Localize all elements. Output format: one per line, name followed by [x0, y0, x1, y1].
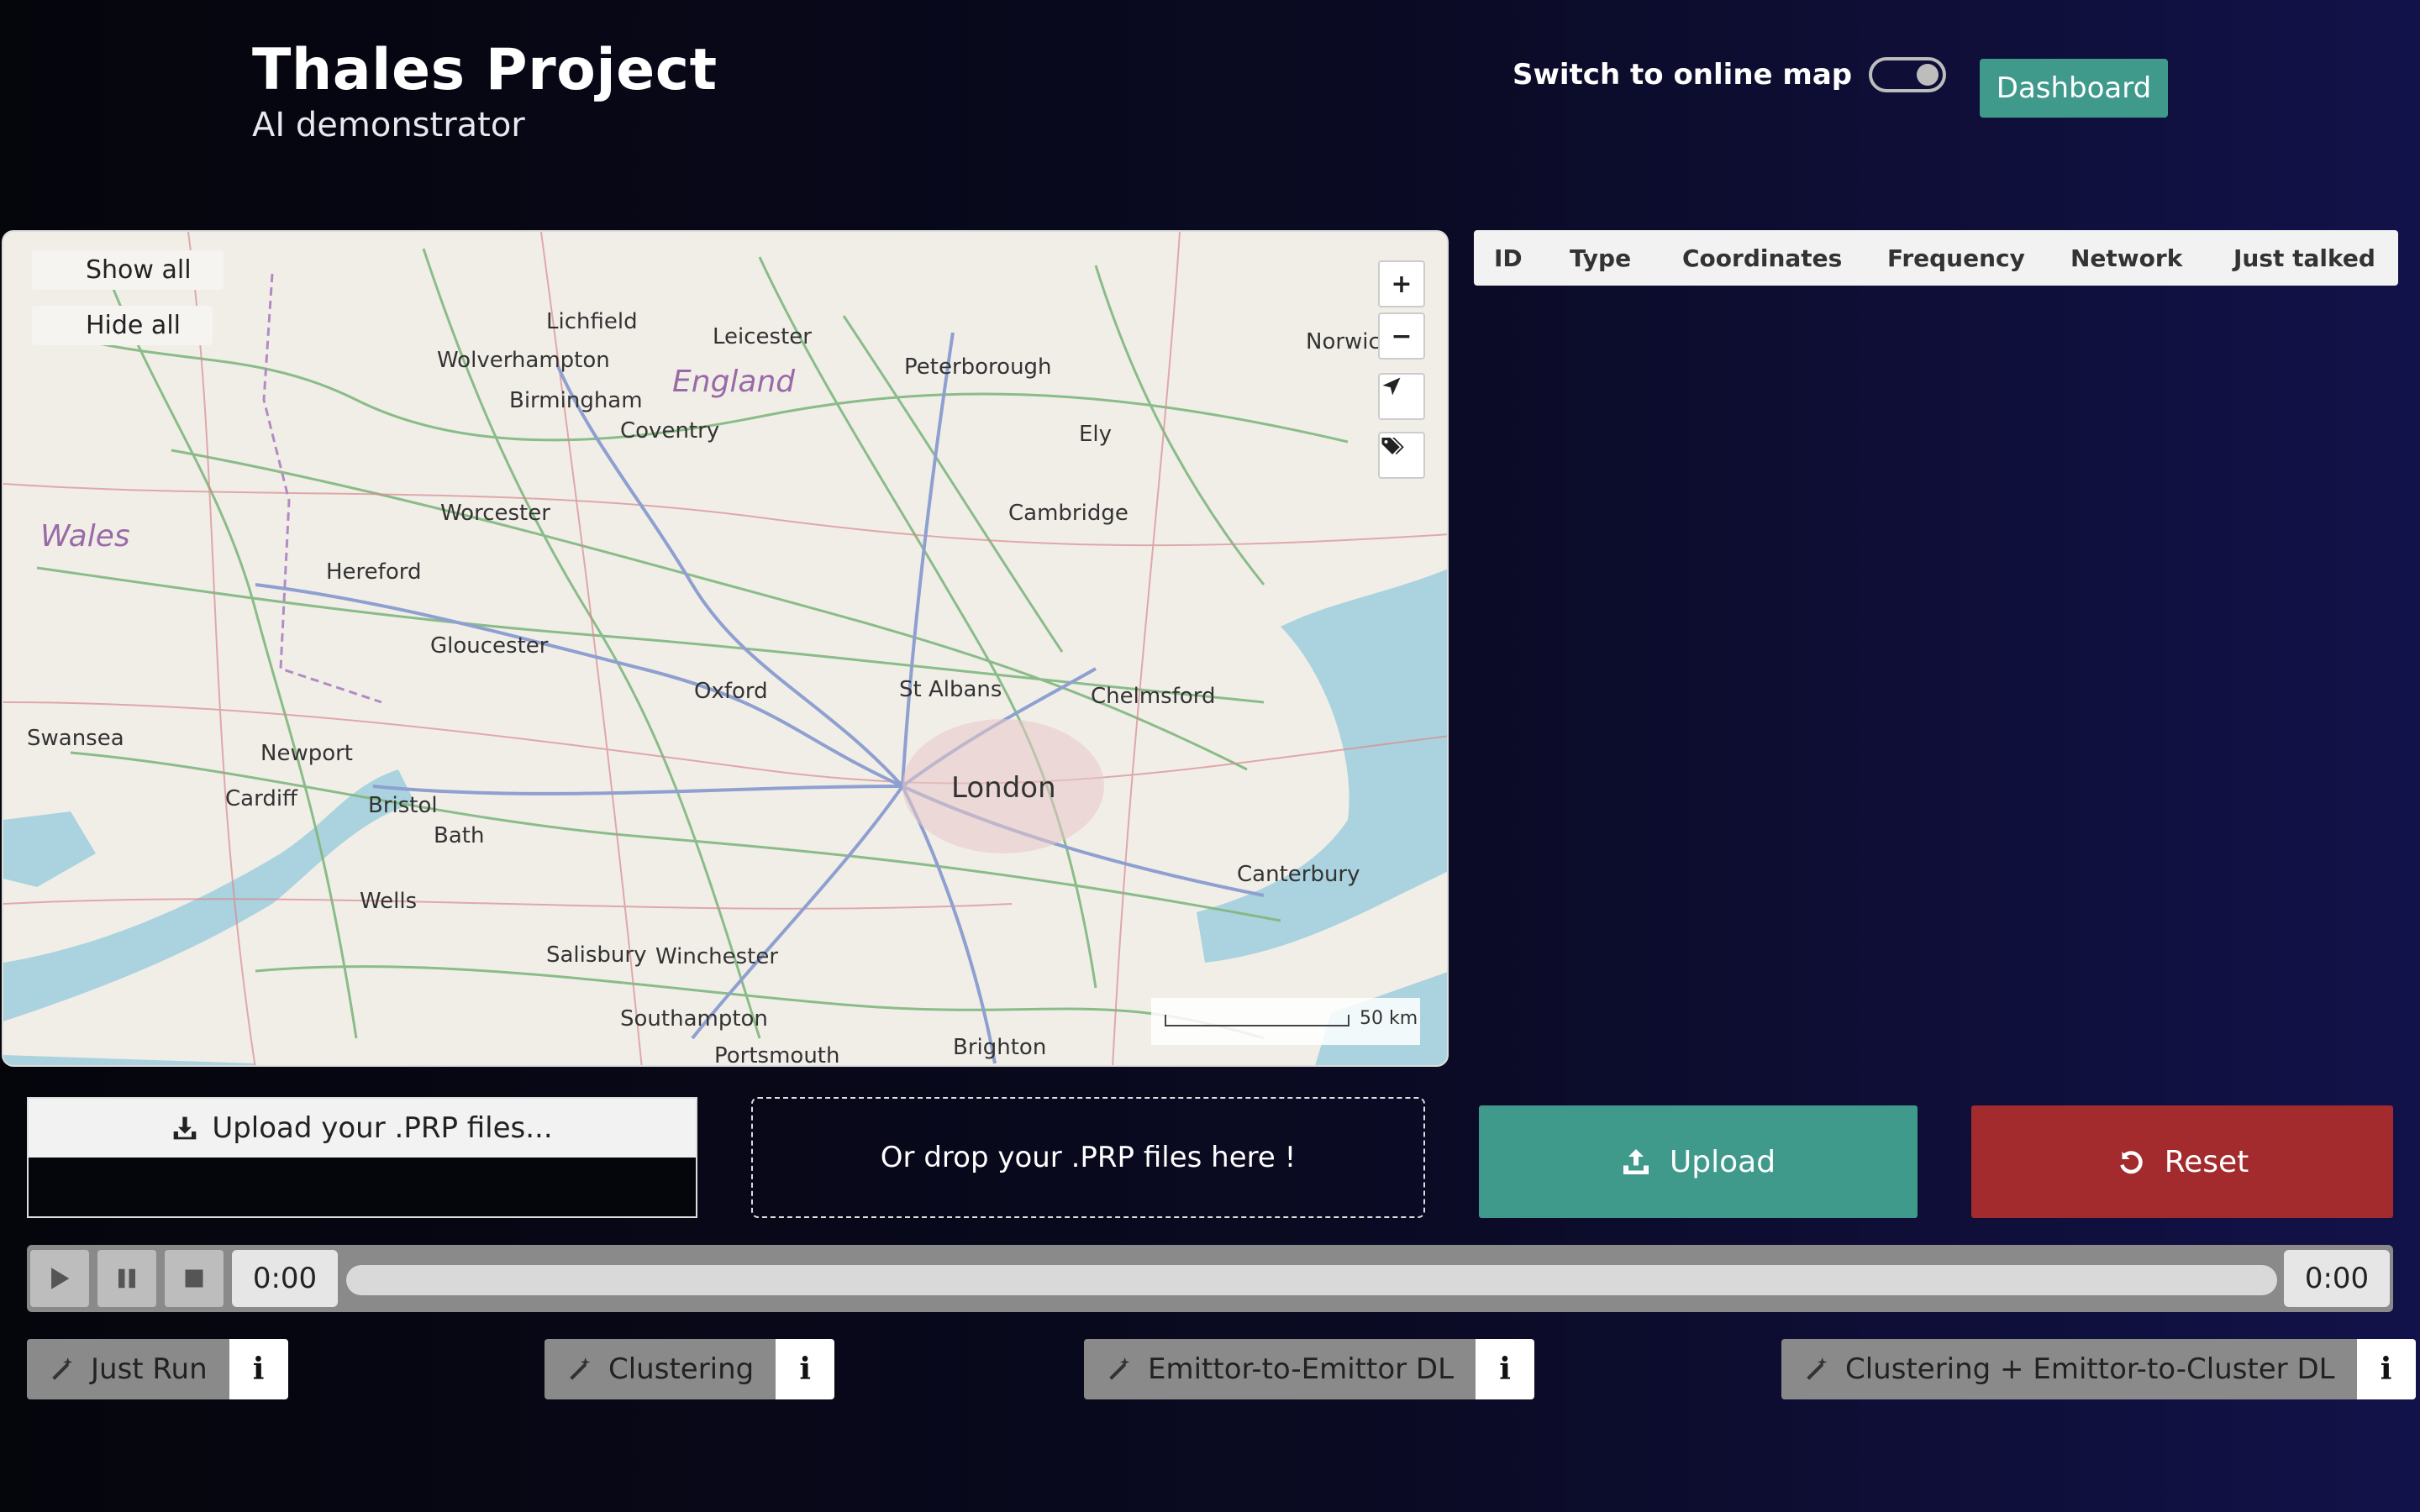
play-icon	[51, 1268, 70, 1289]
info-icon[interactable]: i	[229, 1339, 288, 1399]
mode-just-run: Just Run i	[27, 1339, 288, 1399]
current-time: 0:00	[232, 1250, 338, 1307]
map-label: London	[951, 771, 1056, 805]
play-button[interactable]	[30, 1250, 89, 1307]
clustering-button[interactable]: Clustering	[544, 1339, 776, 1399]
zoom-out-button[interactable]: −	[1378, 312, 1425, 360]
map-label: Oxford	[694, 679, 768, 704]
mode-cluster-dl: Clustering + Emittor-to-Cluster DL i	[1781, 1339, 2416, 1399]
cluster-dl-label: Clustering + Emittor-to-Cluster DL	[1845, 1352, 2335, 1386]
seek-bar[interactable]	[346, 1265, 2277, 1295]
choose-files-label: Upload your .PRP files...	[212, 1111, 553, 1145]
online-map-toggle[interactable]	[1869, 57, 1947, 92]
map-label: Cardiff	[225, 786, 297, 811]
tags-icon[interactable]	[1378, 432, 1425, 479]
map-label: Wales	[40, 519, 130, 554]
magic-wand-icon	[570, 1357, 591, 1380]
map-label: Leicester	[713, 324, 812, 349]
upload-button[interactable]: Upload	[1479, 1105, 1918, 1218]
map-label: Lichfield	[546, 309, 638, 334]
emittor-dl-label: Emittor-to-Emittor DL	[1148, 1352, 1455, 1386]
map-label: Birmingham	[509, 388, 643, 413]
map-label: Ely	[1079, 422, 1113, 447]
map-label: Brighton	[953, 1035, 1047, 1060]
map-label: England	[672, 365, 796, 399]
magic-wand-icon	[1109, 1357, 1130, 1380]
map-label: Portsmouth	[714, 1043, 840, 1067]
reset-label: Reset	[2164, 1144, 2249, 1179]
stop-button[interactable]	[165, 1250, 224, 1307]
upload-icon	[1623, 1149, 1649, 1174]
pause-button[interactable]	[97, 1250, 156, 1307]
mode-clustering: Clustering i	[544, 1339, 835, 1399]
hide-all-button[interactable]: Hide all	[32, 306, 213, 345]
column-id[interactable]: ID	[1494, 244, 1523, 272]
scale-label: 50 km	[1360, 1008, 1418, 1029]
locate-icon[interactable]	[1378, 373, 1425, 420]
toggle-knob	[1917, 64, 1939, 86]
scale-bar	[1165, 1015, 1349, 1026]
choose-files-button[interactable]: Upload your .PRP files...	[29, 1099, 696, 1158]
undo-icon	[2119, 1151, 2143, 1174]
map-label: Newport	[260, 741, 354, 766]
info-icon[interactable]: i	[776, 1339, 835, 1399]
map-tiles	[3, 232, 1447, 1065]
dashboard-button[interactable]: Dashboard	[1980, 59, 2168, 118]
reset-button[interactable]: Reset	[1971, 1105, 2393, 1218]
online-map-switch: Switch to online map	[1512, 57, 1947, 92]
column-type[interactable]: Type	[1570, 244, 1631, 272]
map-label: Chelmsford	[1091, 684, 1216, 709]
zoom-in-button[interactable]: +	[1378, 260, 1425, 307]
file-upload-box: Upload your .PRP files...	[27, 1097, 697, 1218]
map-scale: 50 km	[1151, 998, 1420, 1045]
switch-label: Switch to online map	[1512, 58, 1853, 92]
magic-wand-icon	[1807, 1357, 1828, 1380]
map-label: Worcester	[440, 501, 550, 526]
map-label: Southampton	[620, 1006, 768, 1032]
map-label: Hereford	[326, 559, 422, 585]
magic-wand-icon	[52, 1357, 73, 1380]
column-coordinates[interactable]: Coordinates	[1682, 244, 1842, 272]
map-label: Gloucester	[430, 633, 549, 659]
map-label: Peterborough	[904, 354, 1052, 380]
total-time: 0:00	[2284, 1250, 2390, 1307]
map-label: Canterbury	[1237, 862, 1360, 887]
column-network[interactable]: Network	[2070, 244, 2182, 272]
page-title: Thales Project	[252, 37, 718, 103]
file-drop-zone[interactable]: Or drop your .PRP files here !	[751, 1097, 1425, 1218]
stop-icon	[185, 1269, 203, 1288]
upload-label: Upload	[1669, 1144, 1776, 1179]
map-label: Bath	[434, 823, 485, 848]
map-view[interactable]: Lichfield Leicester Wolverhampton Englan…	[2, 230, 1449, 1067]
map-label: Coventry	[620, 418, 720, 444]
pause-icon	[118, 1268, 135, 1289]
column-frequency[interactable]: Frequency	[1887, 244, 2025, 272]
cluster-dl-button[interactable]: Clustering + Emittor-to-Cluster DL	[1781, 1339, 2357, 1399]
emittor-dl-button[interactable]: Emittor-to-Emittor DL	[1084, 1339, 1476, 1399]
map-label: Swansea	[27, 726, 124, 751]
download-icon	[173, 1116, 197, 1140]
show-all-button[interactable]: Show all	[32, 250, 224, 290]
column-just-talked[interactable]: Just talked	[2233, 244, 2375, 272]
map-label: Cambridge	[1008, 501, 1128, 526]
map-label: St Albans	[899, 677, 1002, 702]
map-label: Wolverhampton	[437, 348, 610, 373]
media-player: 0:00 0:00	[27, 1245, 2393, 1312]
info-icon[interactable]: i	[1476, 1339, 1535, 1399]
just-run-label: Just Run	[91, 1352, 208, 1386]
map-label: Salisbury	[546, 942, 647, 968]
map-label: Wells	[360, 889, 418, 914]
map-label: Winchester	[655, 944, 779, 969]
map-label: Bristol	[368, 793, 438, 818]
info-icon[interactable]: i	[2356, 1339, 2416, 1399]
clustering-label: Clustering	[608, 1352, 755, 1386]
page-subtitle: AI demonstrator	[252, 106, 525, 144]
mode-emittor-dl: Emittor-to-Emittor DL i	[1084, 1339, 1535, 1399]
emitter-table-header: ID Type Coordinates Frequency Network Ju…	[1474, 230, 2398, 286]
just-run-button[interactable]: Just Run	[27, 1339, 229, 1399]
